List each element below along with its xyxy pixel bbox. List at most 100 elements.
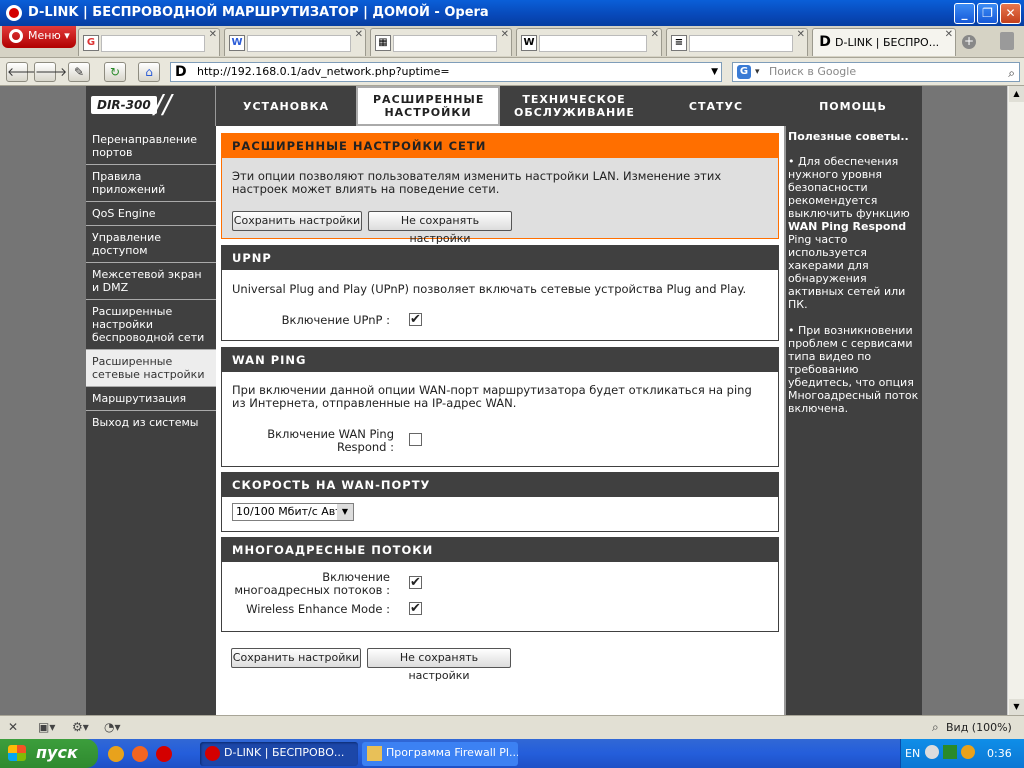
opera-menu-button[interactable]: Меню ▾: [2, 26, 76, 48]
sidebar-item-routing[interactable]: Маршрутизация: [86, 387, 216, 411]
sidebar-item-advanced-wireless[interactable]: Расширенные настройки беспроводной сети: [86, 300, 216, 350]
upnp-checkbox[interactable]: ✔: [409, 313, 422, 326]
tab-close-icon[interactable]: ✕: [501, 29, 509, 40]
intro-section: РАСШИРЕННЫЕ НАСТРОЙКИ СЕТИ Эти опции поз…: [221, 133, 779, 245]
multicast-title: МНОГОАДРЕСНЫЕ ПОТОКИ: [222, 538, 778, 562]
reload-button[interactable]: ↻: [104, 62, 126, 82]
maximize-button[interactable]: ❐: [977, 3, 998, 24]
tab-close-icon[interactable]: ✕: [651, 29, 659, 40]
close-panel-icon[interactable]: ✕: [8, 720, 18, 734]
wan-ping-checkbox[interactable]: [409, 433, 422, 446]
tab-google[interactable]: G ✕: [78, 28, 220, 56]
quicklaunch-firefox-icon[interactable]: [132, 746, 148, 762]
sidebar-item-port-forwarding[interactable]: Перенаправление портов: [86, 128, 216, 165]
bottom-save-settings-button[interactable]: Сохранить настройки: [231, 648, 361, 668]
multicast-label: Включение многоадресных потоков :: [234, 570, 390, 597]
nav-status[interactable]: СТАТУС: [648, 86, 784, 126]
upnp-text: Universal Plug and Play (UPnP) позволяет…: [232, 282, 747, 296]
sidebar-item-advanced-network[interactable]: Расширенные сетевые настройки: [86, 350, 216, 387]
zoom-level[interactable]: Вид (100%): [946, 721, 1012, 734]
close-window-button[interactable]: ✕: [1000, 3, 1021, 24]
windows-logo-icon: [8, 745, 26, 761]
tab-grid[interactable]: ▦ ✕: [370, 28, 512, 56]
wan-ping-section: WAN PING При включении данной опции WAN-…: [221, 347, 779, 467]
language-indicator[interactable]: EN: [905, 747, 920, 760]
tray-app-icon[interactable]: [943, 745, 957, 759]
vertical-scrollbar[interactable]: ▲ ▼: [1007, 86, 1024, 715]
wan-speed-select[interactable]: 10/100 Мбит/с Авто ▼: [232, 503, 354, 521]
address-text: http://192.168.0.1/adv_network.php?uptim…: [197, 65, 450, 78]
tab-close-icon[interactable]: ✕: [355, 29, 363, 40]
scroll-up-icon[interactable]: ▲: [1009, 86, 1024, 102]
tab-label-blank: [539, 35, 647, 52]
upnp-label: Включение UPnP :: [281, 313, 390, 327]
dont-save-settings-button[interactable]: Не сохранять настройки: [368, 211, 512, 245]
tab-dlink-active[interactable]: D D-LINK | БЕСПРО... ✕: [812, 28, 956, 56]
intro-title: РАСШИРЕННЫЕ НАСТРОЙКИ СЕТИ: [222, 134, 778, 158]
tab-close-icon[interactable]: ✕: [209, 29, 217, 40]
sidebar-item-logout[interactable]: Выход из системы: [86, 411, 216, 434]
wan-speed-section: СКОРОСТЬ НА WAN-ПОРТУ 10/100 Мбит/с Авто…: [221, 472, 779, 532]
tab-label-blank: [689, 35, 793, 52]
nav-maintenance[interactable]: ТЕХНИЧЕСКОЕ ОБСЛУЖИВАНИЕ: [500, 86, 648, 126]
tab-label-blank: [101, 35, 205, 52]
chevron-down-icon[interactable]: ▼: [711, 63, 718, 81]
search-placeholder: Поиск в Google: [769, 65, 857, 78]
edit-icon[interactable]: ✎: [68, 62, 90, 82]
quicklaunch-opera-icon[interactable]: [156, 746, 172, 762]
window-title-bar[interactable]: D-LINK | БЕСПРОВОДНОЙ МАРШРУТИЗАТОР | ДО…: [0, 0, 1024, 26]
sidebar-item-firewall-dmz[interactable]: Межсетевой экран и DMZ: [86, 263, 216, 300]
hints-title: Полезные советы..: [788, 130, 909, 143]
quicklaunch-avast-icon[interactable]: [108, 746, 124, 762]
home-button[interactable]: ⌂: [138, 62, 160, 82]
bottom-dont-save-settings-button[interactable]: Не сохранять настройки: [367, 648, 511, 682]
window-title: D-LINK | БЕСПРОВОДНОЙ МАРШРУТИЗАТОР | ДО…: [28, 5, 489, 20]
window-icon[interactable]: ▣▾: [38, 720, 55, 734]
task-dlink[interactable]: D-LINK | БЕСПРОВО...: [200, 742, 358, 766]
hint-multicast: • При возникновении проблем с сервисами …: [788, 324, 919, 415]
search-field[interactable]: G ▾ Поиск в Google ⌕: [732, 62, 1020, 82]
wireless-enhance-checkbox[interactable]: ✔: [409, 602, 422, 615]
browser-status-bar: ✕ ▣▾ ⚙▾ ◔▾ ⌕ Вид (100%): [0, 715, 1024, 739]
nav-setup[interactable]: УСТАНОВКА: [216, 86, 356, 126]
page-viewport: DIR-300 // УСТАНОВКА РАСШИРЕННЫЕ НАСТРОЙ…: [0, 86, 1007, 715]
network-icon[interactable]: ⚙▾: [72, 720, 89, 734]
chevron-down-icon[interactable]: ▼: [337, 504, 353, 520]
router-logo: DIR-300 //: [86, 86, 216, 126]
start-button[interactable]: пуск: [0, 739, 98, 768]
search-icon[interactable]: ⌕: [1008, 64, 1015, 82]
save-settings-button[interactable]: Сохранить настройки: [232, 211, 362, 231]
sidebar-item-access-control[interactable]: Управление доступом: [86, 226, 216, 263]
chevron-down-icon[interactable]: ▾: [755, 63, 760, 81]
address-field[interactable]: D http://192.168.0.1/adv_network.php?upt…: [170, 62, 722, 82]
sidebar-item-application-rules[interactable]: Правила приложений: [86, 165, 216, 202]
sidebar-item-qos-engine[interactable]: QoS Engine: [86, 202, 216, 226]
back-button[interactable]: 🡐: [6, 62, 39, 82]
task-firewall[interactable]: Программа Firewall Pl...: [362, 742, 518, 766]
speed-icon[interactable]: ◔▾: [104, 720, 121, 734]
hints-panel: Полезные советы.. • Для обеспечения нужн…: [784, 126, 922, 715]
grid-icon: ▦: [375, 35, 391, 51]
multicast-checkbox[interactable]: ✔: [409, 576, 422, 589]
tab-wikipedia[interactable]: W ✕: [516, 28, 662, 56]
opera-task-icon: [205, 746, 220, 761]
menu-label: Меню: [28, 29, 61, 42]
new-tab-icon[interactable]: +: [962, 35, 976, 49]
upnp-title: UPNP: [222, 246, 778, 270]
forward-button[interactable]: 🡒: [34, 62, 67, 82]
left-navigation: Перенаправление портов Правила приложени…: [86, 128, 216, 434]
nav-advanced[interactable]: РАСШИРЕННЫЕ НАСТРОЙКИ: [356, 86, 500, 126]
tray-expand-icon[interactable]: [925, 745, 939, 759]
tab-close-icon[interactable]: ✕: [797, 29, 805, 40]
wikipedia-icon: W: [521, 35, 537, 51]
tray-avast-icon[interactable]: [961, 745, 975, 759]
tab-word[interactable]: W ✕: [224, 28, 366, 56]
wan-ping-text: При включении данной опции WAN-порт марш…: [232, 383, 752, 410]
tab-close-icon[interactable]: ✕: [945, 29, 953, 40]
scroll-down-icon[interactable]: ▼: [1009, 699, 1024, 715]
minimize-button[interactable]: _: [954, 3, 975, 24]
nav-help[interactable]: ПОМОЩЬ: [784, 86, 922, 126]
tab-document[interactable]: ≡ ✕: [666, 28, 808, 56]
trash-icon[interactable]: [1000, 32, 1014, 50]
multicast-section: МНОГОАДРЕСНЫЕ ПОТОКИ Включение многоадре…: [221, 537, 779, 632]
